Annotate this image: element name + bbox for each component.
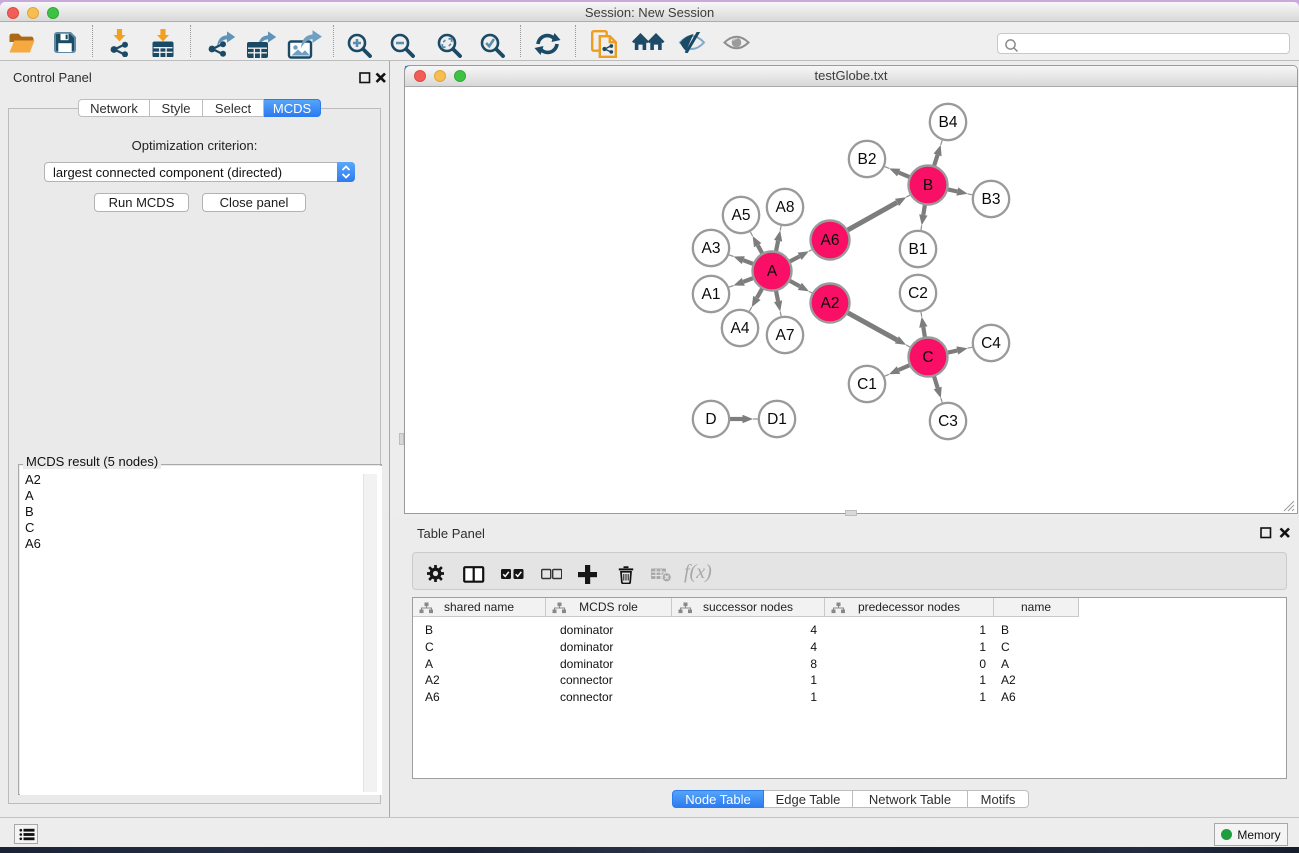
svg-text:C3: C3 <box>938 413 958 430</box>
svg-text:C4: C4 <box>981 335 1001 352</box>
svg-text:A6: A6 <box>821 232 840 249</box>
svg-text:A1: A1 <box>702 286 721 303</box>
svg-text:A8: A8 <box>776 199 795 216</box>
svg-text:A2: A2 <box>821 295 840 312</box>
svg-text:A5: A5 <box>732 207 751 224</box>
svg-text:A4: A4 <box>731 320 750 337</box>
svg-text:C: C <box>922 349 933 366</box>
svg-text:D: D <box>705 411 716 428</box>
svg-text:C2: C2 <box>908 285 928 302</box>
svg-text:C1: C1 <box>857 376 877 393</box>
svg-text:B4: B4 <box>939 114 958 131</box>
svg-text:B: B <box>923 177 933 194</box>
svg-text:B3: B3 <box>982 191 1001 208</box>
svg-text:B1: B1 <box>909 241 928 258</box>
svg-text:A7: A7 <box>776 327 795 344</box>
svg-text:A3: A3 <box>702 240 721 257</box>
svg-text:B2: B2 <box>858 151 877 168</box>
svg-text:A: A <box>767 263 778 280</box>
svg-text:D1: D1 <box>767 411 787 428</box>
